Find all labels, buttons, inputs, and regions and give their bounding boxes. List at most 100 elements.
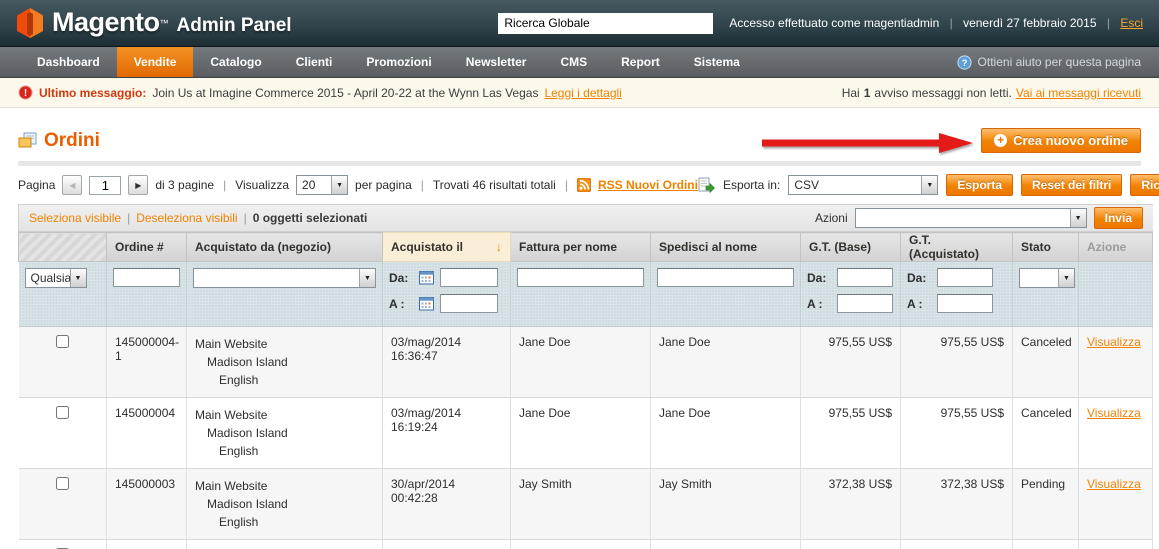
export-button[interactable]: Esporta (946, 174, 1014, 196)
column-header-purchased-on[interactable]: ↓ Acquistato il (382, 232, 511, 262)
nav-item-vendite[interactable]: Vendite (116, 47, 194, 77)
message-bar: ! Ultimo messaggio: Join Us at Imagine C… (0, 78, 1159, 108)
column-header-gt-base[interactable]: G.T. (Base) (800, 232, 901, 262)
previous-page-button[interactable]: ◀ (62, 175, 83, 195)
read-details-link[interactable]: Leggi i dettagli (544, 86, 621, 100)
next-page-button[interactable]: ▶ (128, 175, 149, 195)
nav-item-dashboard[interactable]: Dashboard (20, 47, 117, 77)
notice-suffix: avviso messaggi non letti. (874, 85, 1012, 100)
store-view: English (219, 515, 259, 529)
mass-select-mode-select[interactable]: Qualsiasi ▼ (24, 268, 87, 288)
nav-item-cms[interactable]: CMS (543, 47, 604, 77)
store-cell: Main Website Madison Island English (186, 397, 383, 469)
gt-base-to-filter-input[interactable] (837, 294, 893, 313)
page-head: Ordini + Crea nuovo ordine (18, 108, 1153, 161)
column-header-gt-purchased[interactable]: G.T. (Acquistato) (900, 232, 1013, 262)
nav-item-report[interactable]: Report (604, 47, 677, 77)
unselect-visible-link[interactable]: Deseleziona visibili (136, 211, 237, 225)
action-cell: Visualizza (1078, 397, 1153, 469)
column-header-status[interactable]: Stato (1012, 232, 1079, 262)
purchased-date-cell: 03/mag/2014 16:19:24 (382, 397, 511, 469)
pager: Pagina ◀ ▶ di 3 pagine | Visualizza 20 ▼… (18, 175, 698, 195)
actions-select[interactable]: ▼ (854, 208, 1087, 228)
bill-to-cell: Jane Doe (510, 397, 651, 469)
magento-admin-app: Magento™ Admin Panel Accesso effettuato … (0, 0, 1159, 549)
action-filter-cell (1078, 261, 1153, 327)
amount-from-label: Da: (907, 270, 927, 285)
submit-button[interactable]: Invia (1093, 207, 1143, 229)
row-checkbox[interactable] (55, 406, 69, 419)
ship-to-filter-input[interactable] (657, 268, 794, 287)
table-row: 145000004 Main Website Madison Island En… (18, 397, 1153, 469)
rss-new-orders-link[interactable]: RSS Nuovi Ordini (598, 178, 698, 192)
bill-to-filter-cell (510, 261, 651, 327)
column-header-bill-to[interactable]: Fattura per nome (510, 232, 651, 262)
view-order-link[interactable]: Visualizza (1087, 406, 1141, 420)
gt-purchased-to-filter-input[interactable] (937, 294, 993, 313)
brand-name: Magento (52, 7, 160, 37)
gt-purchased-from-filter-input[interactable] (937, 268, 993, 287)
date-to-filter-input[interactable] (440, 294, 498, 313)
notice-summary: Hai 1 avviso messaggi non letti. Vai ai … (842, 86, 1141, 100)
mass-select-filter-cell: Qualsiasi ▼ (18, 261, 107, 327)
calendar-icon[interactable] (419, 296, 434, 311)
bill-to-filter-input[interactable] (517, 268, 644, 287)
store-filter-select[interactable]: ▼ (193, 268, 376, 288)
chevron-down-icon: ▼ (1058, 269, 1074, 287)
search-button[interactable]: Ricerca (1130, 174, 1159, 196)
export-format-select[interactable]: CSV ▼ (788, 175, 939, 195)
store-website: Main Website (195, 337, 268, 351)
amount-to-label: A : (807, 296, 823, 311)
logout-link[interactable]: Esci (1120, 16, 1143, 30)
gt-base-cell: 975,55 US$ (800, 326, 901, 398)
actions-value (856, 209, 1070, 227)
view-order-link[interactable]: Visualizza (1087, 335, 1141, 349)
gt-base-from-filter-input[interactable] (837, 268, 893, 287)
create-order-button[interactable]: + Crea nuovo ordine (981, 128, 1141, 153)
nav-item-newsletter[interactable]: Newsletter (449, 47, 544, 77)
nav-item-sistema[interactable]: Sistema (677, 47, 757, 77)
action-cell: Visualizza (1078, 539, 1153, 549)
store-group: Madison Island (207, 355, 288, 369)
per-page-label: per pagina (355, 178, 412, 192)
calendar-icon[interactable] (419, 270, 434, 285)
help-label: Ottieni aiuto per questa pagina (977, 55, 1141, 69)
reset-filter-button[interactable]: Reset dei filtri (1021, 174, 1123, 196)
date-from-label: Da: (389, 270, 409, 285)
nav-item-promozioni[interactable]: Promozioni (349, 47, 448, 77)
ship-to-cell: Jane Doe (650, 326, 801, 398)
gt-purchased-cell: 372,38 US$ (900, 539, 1013, 549)
notice-prefix: Hai (841, 85, 860, 100)
view-order-link[interactable]: Visualizza (1087, 477, 1141, 491)
column-header-store[interactable]: Acquistato da (negozio) (186, 232, 383, 262)
status-cell: Canceled (1012, 397, 1079, 469)
svg-text:?: ? (961, 58, 967, 69)
row-checkbox-cell (18, 326, 107, 398)
order-id-filter-input[interactable] (113, 268, 180, 287)
view-label: Visualizza (235, 178, 290, 192)
chevron-down-icon: ▼ (921, 176, 938, 194)
status-cell: Canceled (1012, 539, 1079, 549)
mass-select-mode-value: Qualsiasi (30, 271, 70, 285)
help-area[interactable]: ? Ottieni aiuto per questa pagina (956, 47, 1159, 77)
date-from-filter-input[interactable] (440, 268, 498, 287)
status-filter-select[interactable]: ▼ (1019, 268, 1075, 288)
row-checkbox[interactable] (55, 335, 69, 348)
gt-base-cell: 372,38 US$ (800, 539, 901, 549)
separator: | (564, 178, 568, 192)
chevron-down-icon: ▼ (359, 269, 375, 287)
column-header-ship-to[interactable]: Spedisci al nome (650, 232, 801, 262)
trademark: ™ (159, 18, 169, 28)
row-checkbox[interactable] (55, 477, 69, 490)
per-page-select[interactable]: 20 ▼ (296, 175, 349, 195)
nav-item-catalogo[interactable]: Catalogo (193, 47, 278, 77)
global-search-input[interactable] (498, 12, 714, 34)
svg-text:!: ! (24, 88, 27, 99)
grid-filter-row: Qualsiasi ▼ ▼ Da: (18, 261, 1153, 327)
nav-item-clienti[interactable]: Clienti (279, 47, 350, 77)
column-header-order-id[interactable]: Ordine # (106, 232, 187, 262)
select-visible-link[interactable]: Seleziona visibile (29, 211, 121, 225)
ship-to-cell: Jay Smith (650, 539, 801, 549)
page-number-input[interactable] (89, 175, 122, 195)
go-to-messages-link[interactable]: Vai ai messaggi ricevuti (1016, 86, 1141, 100)
